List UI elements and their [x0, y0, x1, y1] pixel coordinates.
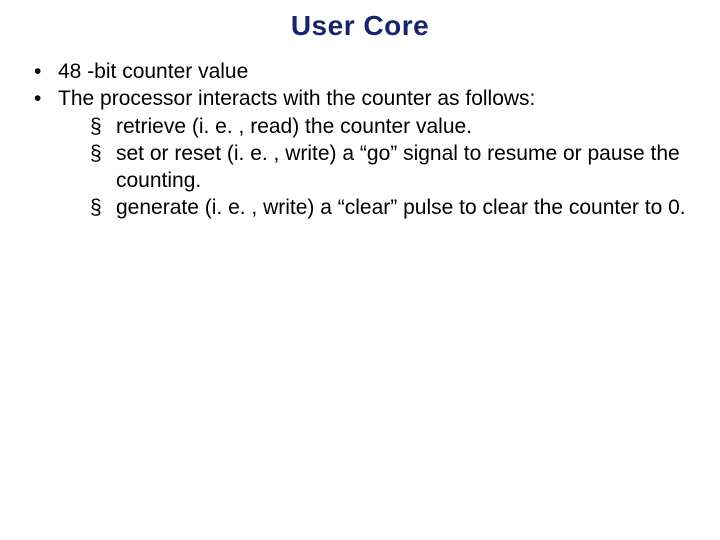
slide: User Core 48 -bit counter value The proc… [0, 0, 720, 540]
sub-bullet-item: generate (i. e. , write) a “clear” pulse… [90, 194, 696, 221]
sub-bullet-text: set or reset (i. e. , write) a “go” sign… [116, 142, 680, 192]
bullet-item: 48 -bit counter value [32, 58, 696, 85]
sub-bullet-text: retrieve (i. e. , read) the counter valu… [116, 115, 472, 138]
slide-title: User Core [24, 10, 696, 42]
bullet-text: The processor interacts with the counter… [58, 87, 535, 110]
sub-bullet-text: generate (i. e. , write) a “clear” pulse… [116, 196, 686, 219]
sub-bullet-list: retrieve (i. e. , read) the counter valu… [58, 113, 696, 222]
sub-bullet-item: retrieve (i. e. , read) the counter valu… [90, 113, 696, 140]
bullet-item: The processor interacts with the counter… [32, 85, 696, 221]
bullet-list: 48 -bit counter value The processor inte… [24, 58, 696, 222]
bullet-text: 48 -bit counter value [58, 60, 248, 83]
sub-bullet-item: set or reset (i. e. , write) a “go” sign… [90, 140, 696, 195]
